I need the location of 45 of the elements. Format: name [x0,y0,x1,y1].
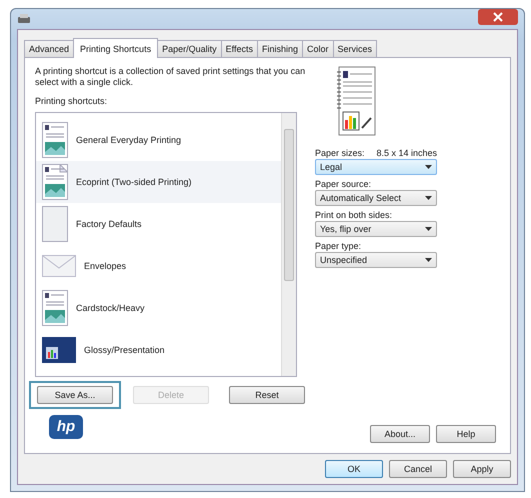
dialog-button[interactable]: Cancel [389,460,447,478]
tab[interactable]: Printing Shortcuts [73,38,158,58]
caret-icon [425,258,432,262]
setting-label: Paper source: [315,179,372,189]
description-text: A printing shortcut is a collection of saved print settings that you can select with a single click. [35,66,306,88]
shortcut-item[interactable]: Ecoprint (Two-sided Printing) [36,161,281,203]
tab[interactable]: Advanced [24,40,74,57]
blank-page-icon [42,206,68,242]
document-icon [42,122,68,158]
paper-size-reading: 8.5 x 14 inches [376,148,437,158]
setting-dropdown[interactable]: Legal [315,159,437,175]
setting-label: Paper type: [315,241,362,251]
setting-dropdown[interactable]: Automatically Select [315,190,437,206]
scrollbar[interactable] [281,113,296,376]
dialog-button[interactable]: OK [325,460,383,478]
list-button[interactable]: Save As... [37,386,113,404]
tab[interactable]: Paper/Quality [157,40,222,57]
presentation-icon [42,337,76,363]
tab[interactable]: Finishing [256,40,303,57]
setting-dropdown[interactable]: Unspecified [315,252,437,268]
shortcuts-label: Printing shortcuts: [35,96,108,106]
shortcut-item[interactable]: General Everyday Printing [36,119,281,161]
close-icon[interactable] [478,9,518,25]
help-button[interactable]: Help [436,425,496,443]
caret-icon [425,196,432,200]
setting-label: Paper sizes: [315,148,365,158]
shortcut-item[interactable]: Glossy/Presentation [36,329,281,371]
hp-logo: hp [49,415,83,439]
shortcut-item[interactable]: Cardstock/Heavy [36,287,281,329]
setting-dropdown[interactable]: Yes, flip over [315,221,437,237]
setting-label: Print on both sides: [315,210,392,220]
tab[interactable]: Services [332,40,378,57]
envelope-icon [42,255,76,277]
caret-icon [425,165,432,169]
help-button[interactable]: About... [370,425,430,443]
document-icon [42,164,68,200]
document-icon [42,290,68,326]
tab[interactable]: Color [302,40,334,57]
shortcut-item[interactable]: Envelopes [36,245,281,287]
printer-icon [17,13,31,25]
shortcut-item[interactable]: Factory Defaults [36,203,281,245]
tab[interactable]: Effects [220,40,258,57]
list-button[interactable]: Reset [229,386,305,404]
caret-icon [425,227,432,231]
dialog-button[interactable]: Apply [453,460,511,478]
